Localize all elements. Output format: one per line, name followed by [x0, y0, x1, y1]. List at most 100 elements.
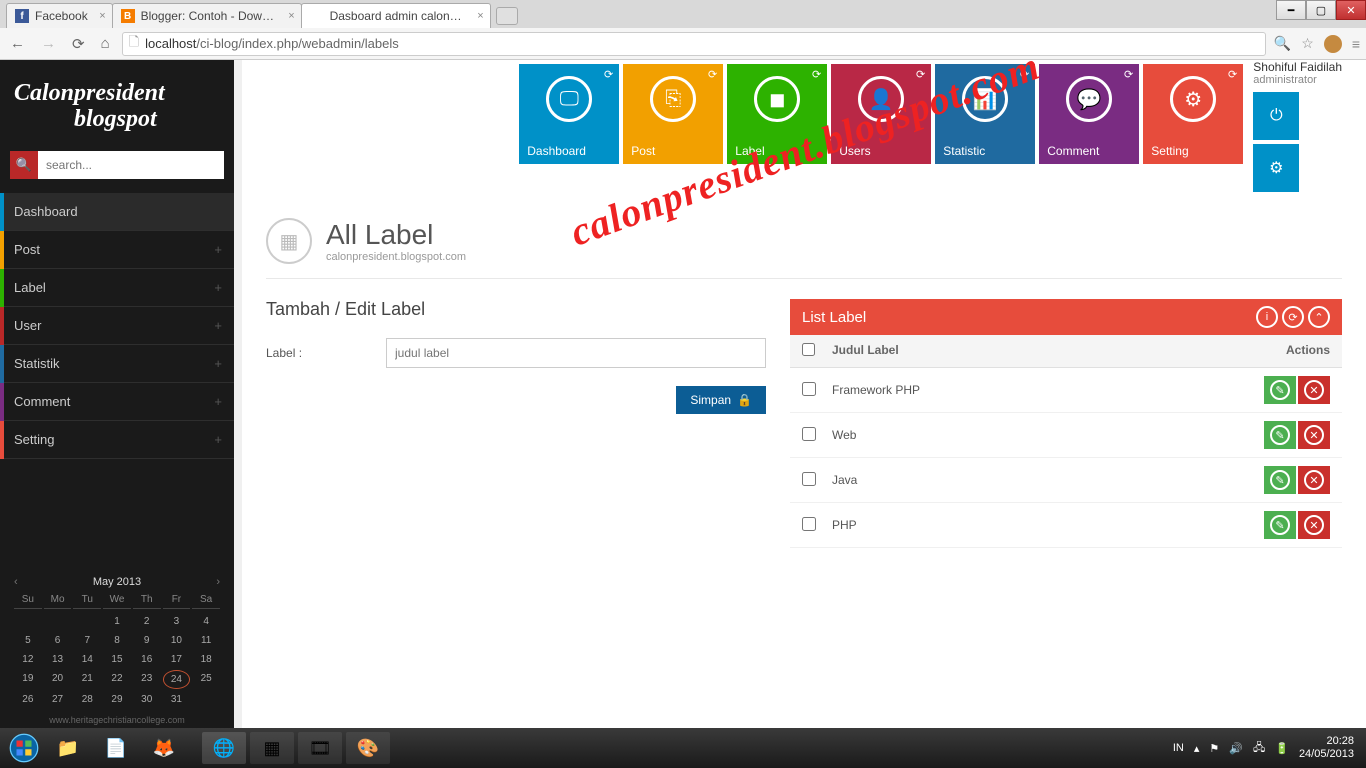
- taskbar-item-explorer[interactable]: 📁: [46, 732, 90, 764]
- delete-button[interactable]: ✕: [1298, 466, 1330, 494]
- sidebar-item-statistik[interactable]: Statistik+: [0, 345, 234, 383]
- calendar-day[interactable]: 18: [192, 651, 220, 668]
- calendar-prev-button[interactable]: ‹: [14, 576, 18, 588]
- calendar-day[interactable]: 9: [133, 632, 161, 649]
- collapse-icon[interactable]: ⌃: [1308, 306, 1330, 328]
- calendar-day[interactable]: 10: [163, 632, 191, 649]
- edit-button[interactable]: ✎: [1264, 511, 1296, 539]
- browser-tab[interactable]: fFacebook×: [6, 3, 113, 28]
- browser-tab[interactable]: BBlogger: Contoh - Downlo×: [112, 3, 302, 28]
- taskbar-item-chrome[interactable]: 🌐: [202, 732, 246, 764]
- edit-button[interactable]: ✎: [1264, 421, 1296, 449]
- calendar-day[interactable]: 4: [192, 613, 220, 630]
- tray-flag-icon[interactable]: ⚑: [1209, 742, 1219, 755]
- sidebar-item-comment[interactable]: Comment+: [0, 383, 234, 421]
- calendar-day[interactable]: 22: [103, 670, 131, 689]
- window-maximize-button[interactable]: ▢: [1306, 0, 1336, 20]
- row-checkbox[interactable]: [802, 427, 816, 441]
- sidebar-item-dashboard[interactable]: Dashboard: [0, 193, 234, 231]
- power-button[interactable]: ⏻: [1253, 92, 1299, 140]
- calendar-day[interactable]: 25: [192, 670, 220, 689]
- menu-icon[interactable]: ≡: [1352, 36, 1360, 52]
- tile-users[interactable]: ⟳👤Users: [831, 64, 931, 164]
- calendar-day[interactable]: 21: [73, 670, 101, 689]
- delete-button[interactable]: ✕: [1298, 376, 1330, 404]
- calendar-day[interactable]: 8: [103, 632, 131, 649]
- taskbar-item-firefox[interactable]: 🦊: [142, 732, 186, 764]
- tab-close-icon[interactable]: ×: [99, 10, 105, 22]
- sidebar-item-label[interactable]: Label+: [0, 269, 234, 307]
- calendar-day[interactable]: 6: [44, 632, 72, 649]
- delete-button[interactable]: ✕: [1298, 511, 1330, 539]
- row-checkbox[interactable]: [802, 472, 816, 486]
- taskbar-item-notepad[interactable]: 📄: [94, 732, 138, 764]
- extension-icon[interactable]: [1324, 35, 1342, 53]
- bookmark-icon[interactable]: ☆: [1301, 35, 1314, 52]
- tile-dashboard[interactable]: ⟳🖵Dashboard: [519, 64, 619, 164]
- label-input[interactable]: [386, 338, 766, 368]
- refresh-icon[interactable]: ⟳: [1282, 306, 1304, 328]
- calendar-day[interactable]: 13: [44, 651, 72, 668]
- calendar-day[interactable]: 16: [133, 651, 161, 668]
- delete-button[interactable]: ✕: [1298, 421, 1330, 449]
- calendar-day[interactable]: 1: [103, 613, 131, 630]
- window-minimize-button[interactable]: ━: [1276, 0, 1306, 20]
- calendar-day[interactable]: 23: [133, 670, 161, 689]
- calendar-day[interactable]: 15: [103, 651, 131, 668]
- tray-network-icon[interactable]: 🖧: [1253, 739, 1265, 758]
- edit-button[interactable]: ✎: [1264, 466, 1296, 494]
- sidebar-item-user[interactable]: User+: [0, 307, 234, 345]
- calendar-day[interactable]: 17: [163, 651, 191, 668]
- calendar-day[interactable]: 29: [103, 691, 131, 708]
- zoom-icon[interactable]: 🔍: [1274, 35, 1291, 52]
- tray-volume-icon[interactable]: 🔊: [1229, 742, 1243, 755]
- tray-language[interactable]: IN: [1173, 742, 1184, 754]
- calendar-day[interactable]: 27: [44, 691, 72, 708]
- reload-button[interactable]: ⟳: [68, 33, 89, 55]
- calendar-day[interactable]: 12: [14, 651, 42, 668]
- calendar-day[interactable]: 20: [44, 670, 72, 689]
- save-button[interactable]: Simpan 🔒: [676, 386, 766, 414]
- new-tab-button[interactable]: [496, 7, 518, 25]
- calendar-day[interactable]: 14: [73, 651, 101, 668]
- calendar-day[interactable]: 30: [133, 691, 161, 708]
- home-button[interactable]: ⌂: [97, 33, 114, 54]
- calendar-day[interactable]: 31: [163, 691, 191, 708]
- row-checkbox[interactable]: [802, 382, 816, 396]
- settings-button[interactable]: ⚙: [1253, 144, 1299, 192]
- tile-label[interactable]: ⟳◼Label: [727, 64, 827, 164]
- back-button[interactable]: ←: [6, 33, 29, 54]
- tile-setting[interactable]: ⟳⚙Setting: [1143, 64, 1243, 164]
- row-checkbox[interactable]: [802, 517, 816, 531]
- url-bar[interactable]: 🗋 localhost/ci-blog/index.php/webadmin/l…: [122, 32, 1266, 56]
- forward-button[interactable]: →: [37, 33, 60, 54]
- calendar-day[interactable]: 28: [73, 691, 101, 708]
- start-button[interactable]: [4, 732, 44, 764]
- tile-comment[interactable]: ⟳💬Comment: [1039, 64, 1139, 164]
- tray-show-hidden-icon[interactable]: ▴: [1194, 742, 1200, 755]
- tile-post[interactable]: ⟳⎘Post: [623, 64, 723, 164]
- calendar-day[interactable]: 11: [192, 632, 220, 649]
- tab-close-icon[interactable]: ×: [477, 10, 483, 22]
- sidebar-item-setting[interactable]: Setting+: [0, 421, 234, 459]
- browser-tab[interactable]: XDasboard admin calonpre×: [301, 3, 491, 28]
- tray-clock[interactable]: 20:28 24/05/2013: [1299, 735, 1354, 761]
- calendar-day[interactable]: 7: [73, 632, 101, 649]
- tile-statistic[interactable]: ⟳📊Statistic: [935, 64, 1035, 164]
- calendar-day[interactable]: 5: [14, 632, 42, 649]
- calendar-next-button[interactable]: ›: [216, 576, 220, 588]
- search-button[interactable]: 🔍: [10, 151, 38, 179]
- info-icon[interactable]: i: [1256, 306, 1278, 328]
- calendar-day[interactable]: 2: [133, 613, 161, 630]
- calendar-day[interactable]: 24: [163, 670, 191, 689]
- tray-battery-icon[interactable]: 🔋: [1275, 742, 1289, 755]
- calendar-day[interactable]: 19: [14, 670, 42, 689]
- calendar-day[interactable]: 3: [163, 613, 191, 630]
- taskbar-item-app[interactable]: ▦: [250, 732, 294, 764]
- taskbar-item-media[interactable]: 🎞: [298, 732, 342, 764]
- edit-button[interactable]: ✎: [1264, 376, 1296, 404]
- tab-close-icon[interactable]: ×: [288, 10, 294, 22]
- select-all-checkbox[interactable]: [802, 343, 815, 356]
- taskbar-item-paint[interactable]: 🎨: [346, 732, 390, 764]
- sidebar-item-post[interactable]: Post+: [0, 231, 234, 269]
